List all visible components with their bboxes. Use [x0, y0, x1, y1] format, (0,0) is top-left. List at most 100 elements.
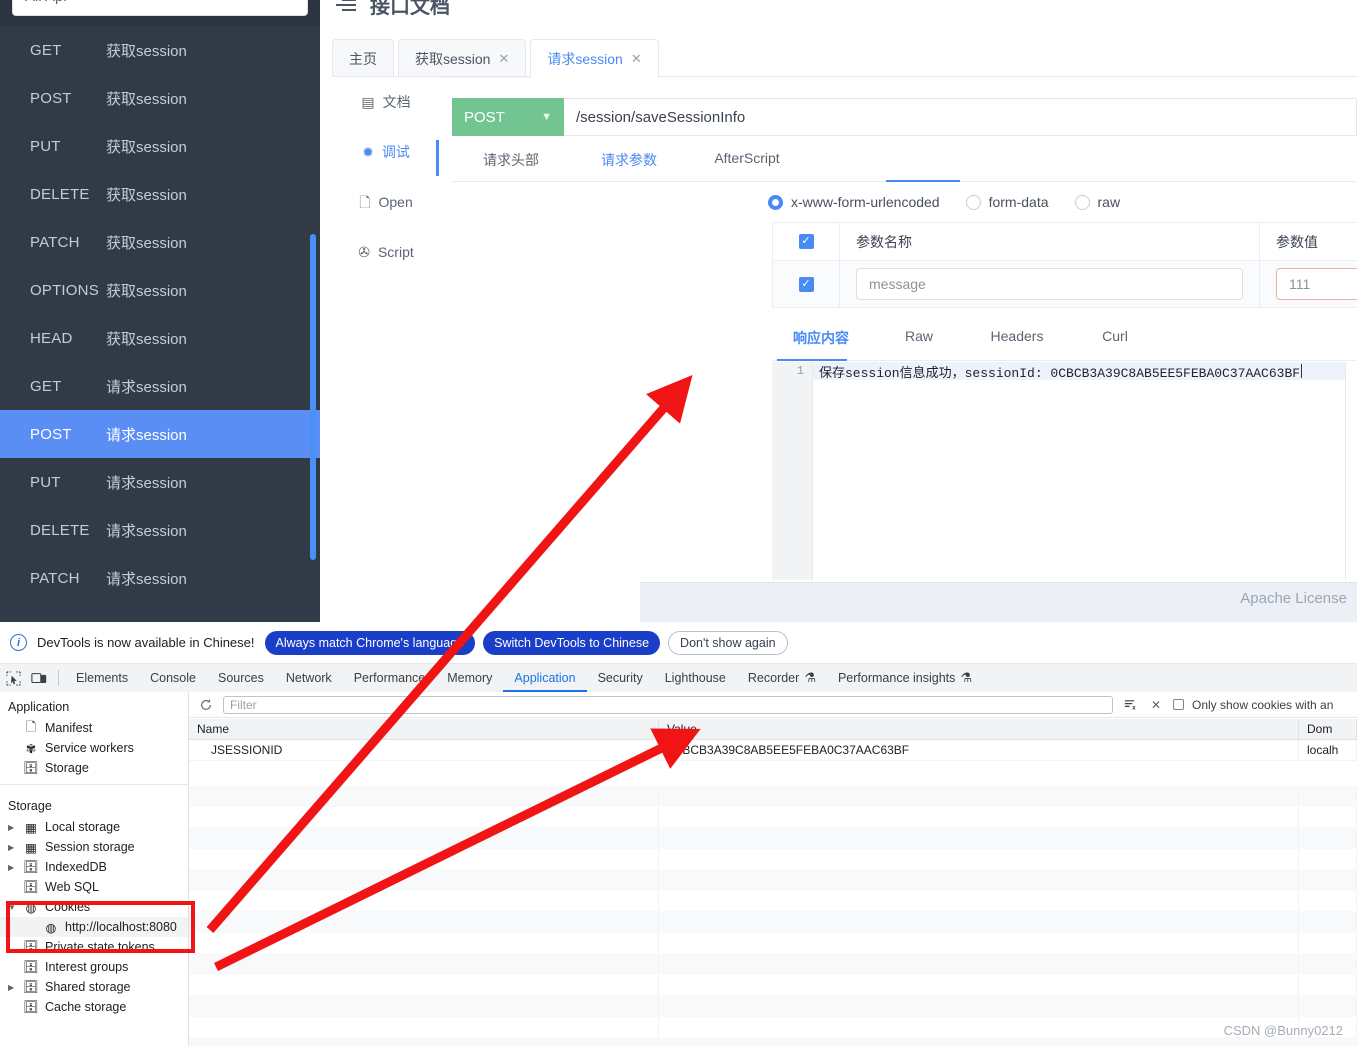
- devtools-panel-tab[interactable]: Console: [139, 664, 207, 692]
- clear-filter-icon[interactable]: x: [1121, 696, 1139, 714]
- devtools-panel-tab[interactable]: Performance: [343, 664, 437, 692]
- body-type-radio[interactable]: form-data: [965, 194, 1049, 210]
- sidebar-item-manifest[interactable]: 🗋 Manifest: [0, 718, 188, 738]
- param-value-input[interactable]: 111: [1276, 268, 1357, 300]
- api-list-item[interactable]: POST 请求session: [0, 410, 320, 458]
- close-icon[interactable]: ✕: [498, 51, 509, 67]
- devtools-panel-tab[interactable]: Application: [503, 664, 586, 692]
- api-filter-select[interactable]: All Api ▼: [12, 0, 308, 16]
- api-list-item[interactable]: DELETE 请求session: [0, 506, 320, 554]
- body-type-radio[interactable]: raw: [1074, 194, 1120, 210]
- devtools-panel-tab[interactable]: Security: [587, 664, 654, 692]
- api-list-item[interactable]: PUT 获取session: [0, 122, 320, 170]
- api-list-item[interactable]: GET 获取session: [0, 26, 320, 74]
- sidebar-item-storage[interactable]: 🗄 Storage: [0, 758, 188, 778]
- devtools-panel-tab[interactable]: Sources: [207, 664, 275, 692]
- inspect-element-icon[interactable]: [0, 665, 26, 691]
- doc-nav-item[interactable]: ✹ 调试: [332, 127, 440, 177]
- api-list-item[interactable]: PATCH 获取session: [0, 218, 320, 266]
- api-list[interactable]: GET 获取session POST 获取session PUT 获取session DEL…: [0, 26, 320, 622]
- refresh-icon[interactable]: [197, 696, 215, 714]
- filter-input[interactable]: Filter: [223, 695, 1113, 714]
- banner-button[interactable]: Always match Chrome's language: [264, 630, 476, 655]
- api-list-scrollbar-track[interactable]: [310, 26, 318, 586]
- doc-tab[interactable]: 请求session ✕: [530, 39, 659, 78]
- sidebar-item-private-state-tokens[interactable]: 🗄 Private state tokens: [0, 937, 188, 957]
- devtools-panel-tab[interactable]: Recorder ⚗: [737, 664, 827, 692]
- close-icon[interactable]: ✕: [631, 51, 642, 67]
- banner-button[interactable]: Switch DevTools to Chinese: [483, 630, 661, 655]
- response-tab[interactable]: Curl: [1066, 328, 1164, 356]
- http-method-select[interactable]: POST ▼: [452, 98, 564, 136]
- close-icon[interactable]: ✕: [1147, 696, 1165, 714]
- twisty-icon[interactable]: ▼: [8, 903, 17, 912]
- doc-tab[interactable]: 主页: [332, 39, 394, 78]
- parameter-table: ✓ 参数名称 参数值 ✓ message 111: [772, 222, 1357, 308]
- devtools-panel-label: Performance insights: [837, 671, 956, 685]
- api-list-scrollbar-thumb[interactable]: [310, 234, 316, 560]
- device-toolbar-icon[interactable]: [26, 665, 52, 691]
- response-tab[interactable]: Raw: [870, 328, 968, 356]
- row-checkbox[interactable]: ✓: [798, 276, 814, 292]
- devtools-panel-tab[interactable]: Memory: [436, 664, 503, 692]
- column-header-name[interactable]: Name: [189, 719, 659, 739]
- doc-nav-item[interactable]: ▤ 文档: [332, 77, 440, 127]
- request-tab[interactable]: 请求参数: [570, 150, 688, 180]
- devtools-panel-label: Elements: [76, 671, 129, 685]
- banner-button[interactable]: Don't show again: [668, 630, 788, 655]
- sidebar-item-indexeddb[interactable]: ▶ 🗄 IndexedDB: [0, 857, 188, 877]
- response-tab[interactable]: Headers: [968, 328, 1066, 356]
- api-list-item[interactable]: POST 获取session: [0, 74, 320, 122]
- doc-tab[interactable]: 获取session ✕: [398, 39, 527, 78]
- sidebar-item-local-storage[interactable]: ▶ ▦ Local storage: [0, 817, 188, 837]
- cookies-table-rows: JSESSIONID 0CBCB3A39C8AB5EE5FEBA0C37AAC63…: [189, 740, 1357, 761]
- response-tab[interactable]: 响应内容: [772, 328, 870, 356]
- doc-nav-item[interactable]: 🗋 Open: [332, 177, 440, 227]
- table-empty-row: [189, 891, 1357, 912]
- api-list-item[interactable]: DELETE 获取session: [0, 170, 320, 218]
- devtools-panel-tab[interactable]: Elements: [65, 664, 139, 692]
- sidebar-item-cookies[interactable]: ▼ ◍ Cookies: [0, 897, 188, 917]
- body-type-radio[interactable]: x-www-form-urlencoded: [768, 194, 940, 210]
- doc-nav-item[interactable]: ✇ Script: [332, 227, 440, 277]
- sidebar-item-web-sql[interactable]: 🗄 Web SQL: [0, 877, 188, 897]
- devtools-panel-tab[interactable]: Performance insights ⚗: [827, 664, 983, 692]
- cookie-domain: localh: [1299, 740, 1357, 760]
- response-body-viewer[interactable]: 1 保存session信息成功，sessionId: 0CBCB3A39C8AB…: [772, 362, 1346, 580]
- twisty-icon[interactable]: ▶: [8, 983, 17, 992]
- devtools-panel-tab[interactable]: Network: [275, 664, 343, 692]
- cookie-name: JSESSIONID: [189, 740, 659, 760]
- api-list-item[interactable]: PATCH 请求session: [0, 554, 320, 602]
- sidebar-item-http-localhost-8080[interactable]: ◍ http://localhost:8080: [0, 917, 188, 937]
- sidebar-item-shared-storage[interactable]: ▶ 🗄 Shared storage: [0, 977, 188, 997]
- column-header-domain[interactable]: Dom: [1299, 719, 1357, 739]
- column-header-value[interactable]: Value: [659, 719, 1299, 739]
- select-all-cell: ✓: [773, 223, 840, 260]
- body-type-label: x-www-form-urlencoded: [791, 194, 940, 210]
- filter-placeholder: Filter: [230, 697, 257, 712]
- http-method-label: POST: [464, 108, 505, 126]
- devtools-panel-label: Recorder: [747, 671, 800, 685]
- only-show-cookies-checkbox[interactable]: [1173, 699, 1184, 710]
- table-row[interactable]: JSESSIONID 0CBCB3A39C8AB5EE5FEBA0C37AAC63…: [189, 740, 1357, 761]
- twisty-icon[interactable]: ▶: [8, 843, 17, 852]
- sidebar-item-interest-groups[interactable]: 🗄 Interest groups: [0, 957, 188, 977]
- twisty-icon[interactable]: ▶: [8, 863, 17, 872]
- sidebar-item-service-workers[interactable]: ✾ Service workers: [0, 738, 188, 758]
- api-list-item[interactable]: HEAD 获取session: [0, 314, 320, 362]
- request-tab[interactable]: AfterScript: [688, 150, 806, 180]
- sidebar-item-cache-storage[interactable]: 🗄 Cache storage: [0, 997, 188, 1017]
- sidebar-item-label: Session storage: [45, 840, 135, 854]
- api-list-item[interactable]: PUT 请求session: [0, 458, 320, 506]
- twisty-icon[interactable]: ▶: [8, 823, 17, 832]
- inspect-element-svg: [5, 670, 21, 686]
- param-name-input[interactable]: message: [856, 268, 1243, 300]
- api-list-item[interactable]: OPTIONS 获取session: [0, 266, 320, 314]
- request-url-input[interactable]: /session/saveSessionInfo: [564, 98, 1357, 136]
- api-item-name: 请求session: [106, 570, 187, 588]
- api-list-item[interactable]: GET 请求session: [0, 362, 320, 410]
- select-all-checkbox[interactable]: ✓: [798, 234, 814, 249]
- devtools-panel-tab[interactable]: Lighthouse: [654, 664, 737, 692]
- sidebar-item-session-storage[interactable]: ▶ ▦ Session storage: [0, 837, 188, 857]
- request-tab[interactable]: 请求头部: [452, 150, 570, 180]
